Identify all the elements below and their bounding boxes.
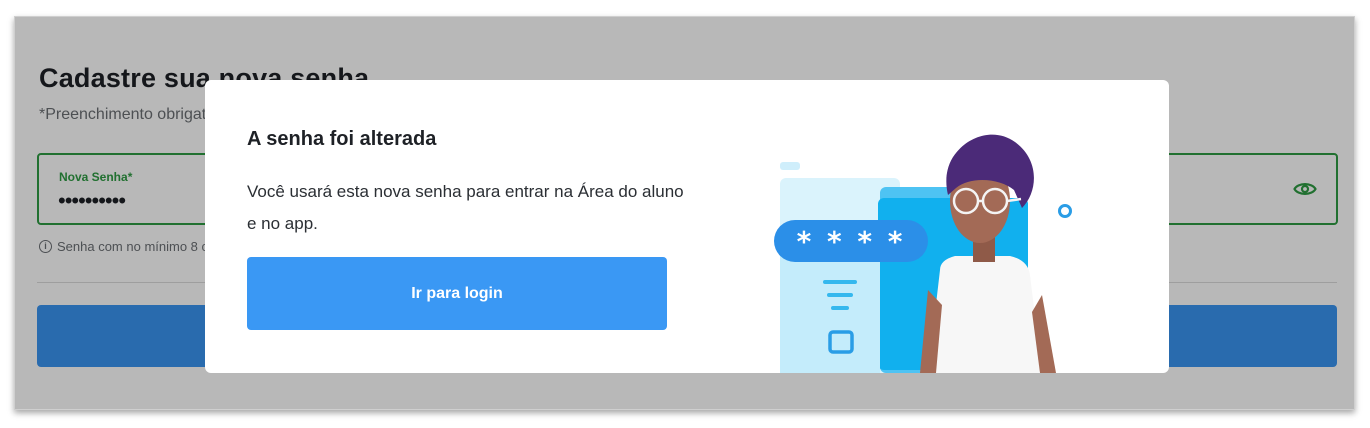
password-changed-modal: A senha foi alterada Você usará esta nov… [205,80,1169,373]
go-to-login-button[interactable]: Ir para login [247,257,667,330]
password-bubble-text: * * * * [797,225,906,258]
person-with-password-illustration: * * * * [774,134,1072,373]
modal-title: A senha foi alterada [247,128,437,150]
modal-message: Você usará esta nova senha para entrar n… [247,182,684,233]
